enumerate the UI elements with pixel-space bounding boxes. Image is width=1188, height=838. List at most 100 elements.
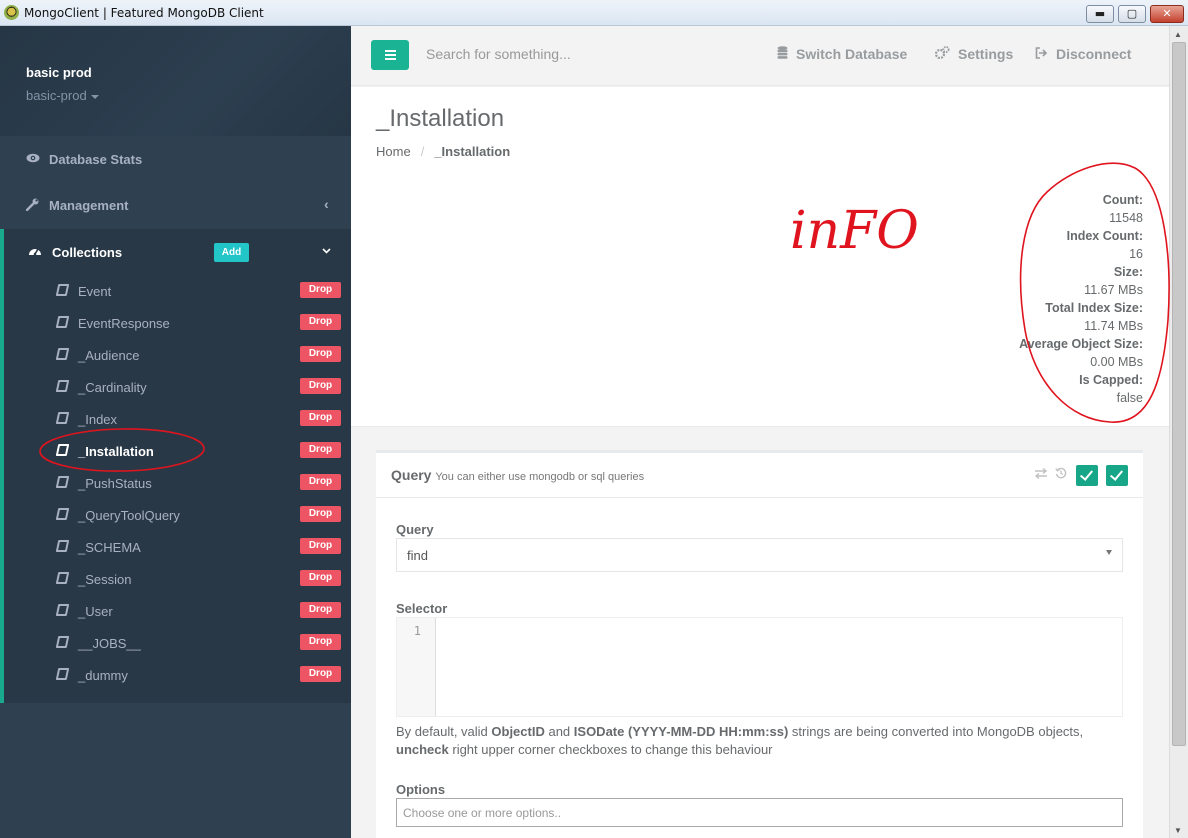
profile-header: basic prod basic-prod <box>0 26 351 136</box>
settings-link[interactable]: Settings <box>934 46 1013 62</box>
scrollbar-thumb[interactable] <box>1172 42 1186 746</box>
collection-item[interactable]: _User Drop <box>4 595 351 627</box>
collection-item[interactable]: Event Drop <box>4 275 351 307</box>
book-icon <box>55 412 70 424</box>
help-text-bold: uncheck <box>396 742 449 757</box>
database-dropdown[interactable]: basic-prod <box>26 88 351 103</box>
selector-editor[interactable]: 1 <box>396 617 1123 717</box>
collection-item[interactable]: _PushStatus Drop <box>4 467 351 499</box>
average-object-size-label: Average Object Size: <box>1019 337 1143 351</box>
collection-name: __JOBS__ <box>78 636 141 651</box>
hamburger-icon <box>385 50 396 52</box>
size-value: 11.67 MBs <box>1084 283 1143 297</box>
close-icon: ✕ <box>1162 7 1172 20</box>
drop-collection-button[interactable]: Drop <box>300 346 341 362</box>
drop-collection-button[interactable]: Drop <box>300 282 341 298</box>
drop-collection-button[interactable]: Drop <box>300 570 341 586</box>
sidebar: basic prod basic-prod Database Stats Man… <box>0 26 351 838</box>
drop-collection-button[interactable]: Drop <box>300 442 341 458</box>
scroll-down-arrow-icon[interactable]: ▼ <box>1174 826 1182 835</box>
scroll-up-arrow-icon[interactable]: ▲ <box>1174 30 1182 39</box>
collection-name: _Session <box>78 572 132 587</box>
search-input[interactable] <box>426 46 726 62</box>
vertical-scrollbar[interactable]: ▲ ▼ <box>1169 26 1188 838</box>
collection-item[interactable]: _QueryToolQuery Drop <box>4 499 351 531</box>
book-icon <box>55 668 70 680</box>
collection-name: _Installation <box>78 444 154 459</box>
drop-collection-button[interactable]: Drop <box>300 634 341 650</box>
sidebar-collections-section: Collections Add Event Drop EventResponse Dr… <box>0 229 351 703</box>
maximize-button[interactable]: ▢ <box>1118 5 1146 23</box>
collection-name: _Cardinality <box>78 380 147 395</box>
query-panel-header: Query You can either use mongodb or sql … <box>376 453 1143 498</box>
collection-item[interactable]: _Session Drop <box>4 563 351 595</box>
book-icon <box>55 444 70 456</box>
switch-database-link[interactable]: Switch Database <box>777 46 907 62</box>
help-text-bold: ObjectID <box>491 724 545 739</box>
drop-collection-button[interactable]: Drop <box>300 538 341 554</box>
book-icon <box>55 572 70 584</box>
collection-item[interactable]: _Cardinality Drop <box>4 371 351 403</box>
sidebar-item-management[interactable]: Management ‹ <box>0 183 351 229</box>
disconnect-link[interactable]: Disconnect <box>1035 46 1131 62</box>
sidebar-item-database-stats[interactable]: Database Stats <box>0 137 351 183</box>
average-object-size-value: 0.00 MBs <box>1090 355 1143 369</box>
is-capped-value: false <box>1116 391 1143 405</box>
database-name: basic-prod <box>26 88 87 103</box>
book-icon <box>55 604 70 616</box>
total-index-size-value: 11.74 MBs <box>1084 319 1143 333</box>
index-count-label: Index Count: <box>1066 229 1143 243</box>
window-titlebar: MongoClient | Featured MongoDB Client ▬ … <box>0 0 1188 26</box>
collection-name: _SCHEMA <box>78 540 141 555</box>
collection-name: _Index <box>78 412 118 427</box>
convert-isodate-checkbox[interactable] <box>1106 465 1128 486</box>
collection-item[interactable]: _Index Drop <box>4 403 351 435</box>
sidebar-item-collections[interactable]: Collections Add <box>4 229 351 275</box>
collection-item[interactable]: _SCHEMA Drop <box>4 531 351 563</box>
close-window-button[interactable]: ✕ <box>1150 5 1184 23</box>
collection-name: _QueryToolQuery <box>78 508 180 523</box>
options-multiselect[interactable]: Choose one or more options.. <box>396 798 1123 827</box>
drop-collection-button[interactable]: Drop <box>300 602 341 618</box>
connection-name: basic prod <box>26 65 92 80</box>
drop-collection-button[interactable]: Drop <box>300 410 341 426</box>
sign-out-icon <box>1035 47 1048 62</box>
collection-name: Event <box>78 284 112 299</box>
collection-item[interactable]: _dummy Drop <box>4 659 351 691</box>
sidebar-toggle-button[interactable] <box>371 40 409 70</box>
book-icon <box>55 508 70 520</box>
drop-collection-button[interactable]: Drop <box>300 506 341 522</box>
dashboard-icon <box>28 245 42 260</box>
sidebar-item-label: Management <box>49 198 129 213</box>
query-type-select[interactable]: find <box>396 538 1123 572</box>
count-value: 11548 <box>1109 211 1143 225</box>
drop-collection-button[interactable]: Drop <box>300 666 341 682</box>
app-logo-icon <box>4 5 19 20</box>
query-label: Query <box>396 522 434 537</box>
wrench-icon <box>25 198 40 212</box>
query-panel-title: Query You can either use mongodb or sql … <box>391 467 644 483</box>
convert-objectid-checkbox[interactable] <box>1076 465 1098 486</box>
settings-label: Settings <box>958 46 1014 62</box>
book-icon <box>55 380 70 392</box>
selector-label: Selector <box>396 601 448 616</box>
history-icon[interactable] <box>1055 467 1067 482</box>
drop-collection-button[interactable]: Drop <box>300 314 341 330</box>
help-text-bold: ISODate (YYYY-MM-DD HH:mm:ss) <box>573 724 789 739</box>
top-navbar: Switch Database Settings Disconnect <box>351 26 1169 86</box>
breadcrumb-separator: / <box>420 144 425 159</box>
collection-item[interactable]: _Audience Drop <box>4 339 351 371</box>
breadcrumb-home[interactable]: Home <box>376 144 411 159</box>
book-icon <box>55 284 70 296</box>
collection-name: _dummy <box>78 668 128 683</box>
collection-item[interactable]: _Installation Drop <box>4 435 351 467</box>
minimize-button[interactable]: ▬ <box>1086 5 1114 23</box>
drop-collection-button[interactable]: Drop <box>300 378 341 394</box>
collection-item[interactable]: EventResponse Drop <box>4 307 351 339</box>
collection-item[interactable]: __JOBS__ Drop <box>4 627 351 659</box>
query-subtitle: You can either use mongodb or sql querie… <box>435 471 645 483</box>
drop-collection-button[interactable]: Drop <box>300 474 341 490</box>
query-type-value: find <box>407 548 428 563</box>
convert-icon[interactable] <box>1034 467 1048 482</box>
add-collection-button[interactable]: Add <box>214 243 249 262</box>
